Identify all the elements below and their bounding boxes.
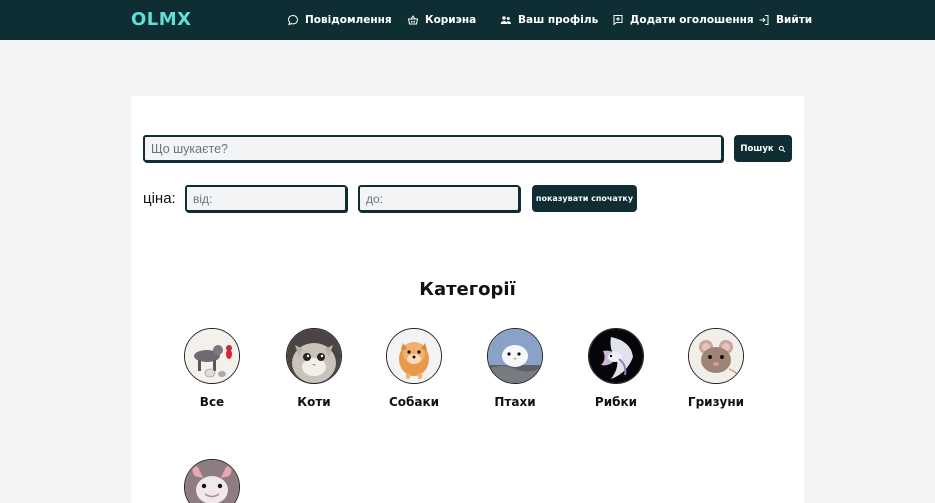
nav-messages-label: Повідомлення	[305, 14, 392, 26]
nav-profile-label: Ваш профіль	[518, 14, 599, 26]
search-button[interactable]: Пошук	[734, 135, 792, 162]
nav-add-listing[interactable]: Додати оголошення	[612, 13, 754, 27]
category-fish[interactable]: Рибки	[576, 328, 656, 409]
category-birds-label: Птахи	[494, 395, 536, 409]
category-fish-image	[588, 328, 644, 384]
category-cats[interactable]: Коти	[274, 328, 354, 409]
nav-cart[interactable]: Кориэна	[407, 13, 476, 27]
site-logo[interactable]: OLMX	[131, 9, 192, 30]
category-dogs[interactable]: Собаки	[374, 328, 454, 409]
price-to-input[interactable]	[358, 185, 520, 212]
category-other[interactable]	[172, 459, 252, 503]
category-all-label: Все	[199, 395, 225, 409]
price-from-input[interactable]	[185, 185, 347, 212]
category-birds-image	[487, 328, 543, 384]
nav-messages[interactable]: Повідомлення	[287, 13, 392, 27]
nav-logout-label: Вийти	[776, 14, 813, 26]
search-icon	[778, 145, 785, 152]
sort-button[interactable]: показувати спочатку	[532, 185, 637, 212]
category-dogs-image	[386, 328, 442, 384]
category-rodents-image	[688, 328, 744, 384]
category-other-image	[184, 459, 240, 503]
search-input[interactable]	[143, 135, 723, 162]
category-fish-label: Рибки	[594, 395, 638, 409]
category-rodents-label: Гризуни	[687, 395, 745, 409]
search-button-label: Пошук	[740, 143, 774, 154]
category-cats-label: Коти	[297, 395, 331, 409]
categories-title: Категорії	[419, 279, 516, 300]
nav-cart-label: Кориэна	[425, 14, 477, 26]
chat-bubble-icon	[287, 14, 299, 26]
category-birds[interactable]: Птахи	[475, 328, 555, 409]
category-rodents[interactable]: Гризуни	[676, 328, 756, 409]
users-icon	[500, 16, 511, 24]
nav-add-listing-label: Додати оголошення	[630, 14, 754, 26]
top-navbar: OLMX Повідомлення Кориэна Ваш профіль До…	[0, 0, 935, 40]
price-label: ціна:	[143, 190, 176, 207]
add-post-icon	[613, 15, 623, 26]
category-cats-image	[286, 328, 342, 384]
basket-icon	[407, 15, 419, 25]
nav-logout[interactable]: Вийти	[758, 13, 812, 27]
category-all[interactable]: Все	[172, 328, 252, 409]
category-dogs-label: Собаки	[388, 395, 440, 409]
logout-icon	[759, 15, 769, 25]
nav-profile[interactable]: Ваш профіль	[500, 13, 598, 27]
category-all-image	[184, 328, 240, 384]
